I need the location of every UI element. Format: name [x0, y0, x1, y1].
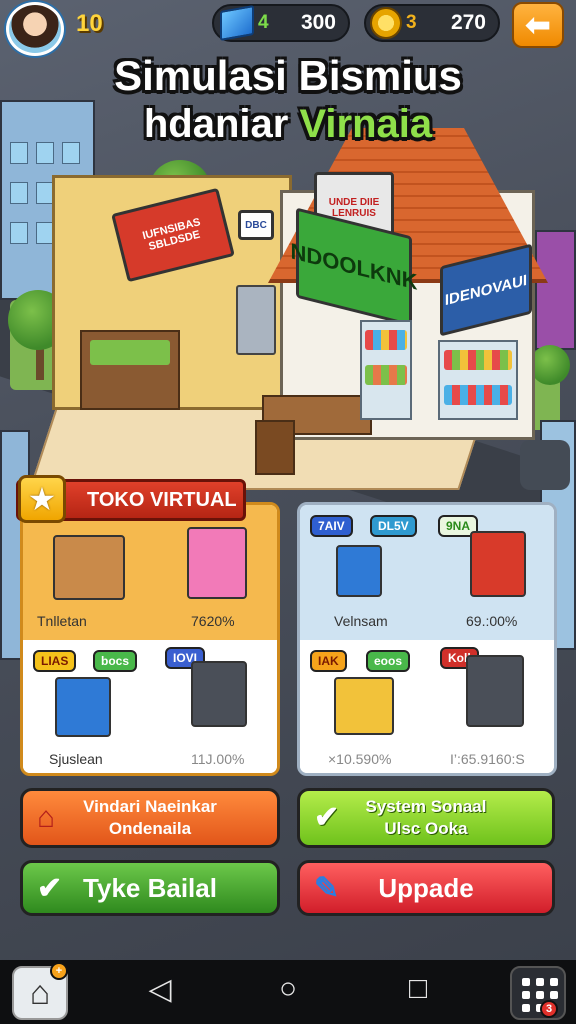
blue-box-item[interactable] — [55, 677, 111, 737]
notification-badge: 3 — [540, 1000, 558, 1018]
pencil-icon: ✎ — [314, 871, 340, 905]
coin-count: 3 — [406, 12, 417, 33]
check-icon: ✔ — [314, 801, 340, 834]
chip: DL5V — [370, 515, 417, 537]
chip: 7AIV — [310, 515, 353, 537]
cell-value: ×10.590% — [328, 751, 392, 767]
star-icon: ★ — [18, 475, 66, 523]
vending-machine — [236, 285, 276, 355]
car — [520, 440, 570, 490]
cell-value: 11J.00% — [191, 751, 245, 767]
coin-icon — [370, 7, 402, 39]
gem-icon — [220, 5, 254, 41]
cell-value: 69.:00% — [466, 613, 518, 629]
snack-shelf-item[interactable] — [187, 527, 247, 599]
notification-badge: + — [50, 962, 68, 980]
menu-grid-button[interactable] — [510, 966, 566, 1020]
chair — [255, 420, 295, 475]
gem-counter[interactable]: 4 300 — [212, 4, 350, 42]
cell-label: Sjuslean — [49, 751, 103, 767]
cart-item[interactable] — [466, 655, 524, 727]
shop-building — [535, 230, 576, 350]
gem-count: 4 — [258, 12, 269, 33]
confirm-button[interactable]: ✔ Tyke Bailal — [20, 860, 280, 916]
chip: LIAS — [33, 650, 77, 672]
counter-item[interactable] — [53, 535, 125, 600]
coin-counter[interactable]: 3 270 — [364, 4, 500, 42]
cell-value: 7620% — [191, 613, 235, 629]
title-line-2: hdaniar Virnaia — [143, 102, 433, 146]
cell-label: Velnsam — [334, 613, 388, 629]
chip: IAK — [310, 650, 347, 672]
coin-value: 270 — [450, 11, 486, 34]
tree — [530, 345, 570, 385]
house-icon: ⌂ — [37, 801, 56, 834]
nav-recents-icon[interactable]: □ — [398, 972, 438, 1006]
orange-action-button[interactable]: ⌂ Vindari Naeinkar Ondenaila — [20, 788, 280, 848]
upgrade-button[interactable]: ✎ Uppade — [297, 860, 555, 916]
produce-cart-item[interactable] — [470, 531, 526, 597]
chip: bocs — [93, 650, 138, 672]
player-level: 10 — [76, 10, 103, 37]
back-button[interactable]: ⬅ — [512, 2, 564, 48]
nav-back-icon[interactable]: ◁ — [140, 972, 180, 1007]
home-icon: ⌂ — [29, 973, 51, 1012]
lime-action-button[interactable]: ✔ System Sonaal Ulsc Ooka — [297, 788, 555, 848]
cell-label: Tnlletan — [37, 613, 87, 629]
arrow-left-icon: ⬅ — [525, 8, 551, 42]
inventory-panel[interactable]: 7AIV DL5V 9NA Velnsam 69.:00% IAK eoos K… — [297, 502, 557, 776]
player-avatar[interactable] — [6, 2, 64, 56]
cart-item[interactable] — [191, 661, 247, 727]
nav-home-icon[interactable]: ○ — [268, 972, 308, 1006]
blue-box-item[interactable] — [336, 545, 382, 597]
gem-value: 300 — [300, 11, 336, 34]
toko-virtual-panel[interactable]: Tnlletan 7620% LIAS bocs IOVI Sjuslean 1… — [20, 502, 280, 776]
check-icon: ✔ — [37, 871, 63, 905]
chip: eoos — [366, 650, 411, 672]
box-item[interactable] — [334, 677, 394, 735]
title-line-1: Simulasi Bismius — [114, 52, 462, 99]
cell-value: I’:65.9160:S — [450, 751, 525, 767]
small-sign: DBC — [238, 210, 274, 240]
